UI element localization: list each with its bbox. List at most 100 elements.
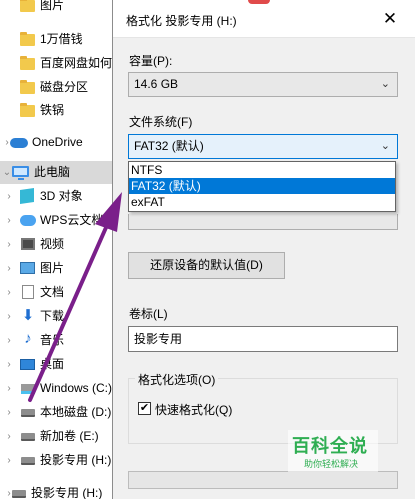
restore-defaults-button[interactable]: 还原设备的默认值(D) [128,252,285,279]
dialog-title: 格式化 投影专用 (H:) [126,14,237,28]
filesystem-option-exfat[interactable]: exFAT [129,194,395,210]
chevron-right-icon[interactable]: › [4,312,14,322]
capacity-dropdown[interactable]: 14.6 GB ⌄ [128,72,398,97]
volume-label-label: 卷标(L) [129,307,168,321]
drive-icon [21,433,35,441]
nav-item-label: 视频 [40,237,65,251]
nav-item-label: 桌面 [40,357,65,371]
chevron-right-icon[interactable]: › [4,264,14,274]
pictures-icon [20,262,35,274]
nav-item-label: 图片 [40,0,65,12]
nav-item-label: 3D 对象 [40,189,83,203]
chevron-down-icon: ⌄ [380,140,390,152]
dialog-titlebar[interactable]: 格式化 投影专用 (H:) ✕ [113,0,415,38]
nav-item-pictures[interactable]: › 图片 [0,257,120,280]
chevron-right-icon[interactable]: › [4,216,14,226]
chevron-right-icon[interactable]: › [4,336,14,346]
nav-item-label: 音乐 [40,333,65,347]
chevron-right-icon[interactable]: › [4,456,14,466]
nav-item-drive-c[interactable]: › Windows (C:) [0,377,120,400]
chevron-right-icon[interactable]: › [4,432,14,442]
filesystem-options-list: NTFS FAT32 (默认) exFAT [128,161,396,212]
format-dialog: 格式化 投影专用 (H:) ✕ 容量(P): 14.6 GB ⌄ 文件系统(F)… [112,0,415,499]
nav-item-label: 投影专用 (H:) [40,453,112,467]
close-icon[interactable]: ✕ [378,7,402,31]
chevron-right-icon[interactable]: › [4,384,14,394]
music-note-icon: ♪ [24,330,32,347]
folder-icon [20,0,35,12]
chevron-right-icon[interactable]: › [4,360,14,370]
nav-item-label: 投影专用 (H:) [31,486,103,499]
onedrive-cloud-icon [10,138,28,148]
chevron-down-icon[interactable]: ⌄ [2,168,12,178]
folder-icon [20,56,35,70]
nav-item-wok[interactable]: 铁锅 [0,99,120,122]
documents-icon [22,285,34,299]
nav-item-disk-partition[interactable]: 磁盘分区 [0,76,120,99]
nav-item-drive-h[interactable]: › 投影专用 (H:) [0,449,120,472]
quick-format-label[interactable]: 快速格式化(Q) [155,401,232,418]
filesystem-label: 文件系统(F) [129,115,193,129]
filesystem-dropdown[interactable]: FAT32 (默认) ⌄ [128,134,398,159]
nav-item-downloads[interactable]: › ⬇ 下载 [0,305,120,328]
folder-icon [20,80,35,94]
nav-item-drive-h-duplicate[interactable]: › 投影专用 (H:) [0,482,120,499]
chevron-right-icon[interactable]: › [4,408,14,418]
allocation-unit-dropdown[interactable] [128,214,398,230]
nav-item-onedrive[interactable]: › OneDrive [0,131,120,154]
filesystem-option-ntfs[interactable]: NTFS [129,162,395,178]
nav-item-desktop[interactable]: › 桌面 [0,353,120,376]
this-pc-icon [12,166,29,180]
wps-cloud-icon [20,215,36,226]
nav-item-drive-e[interactable]: › 新加卷 (E:) [0,425,120,448]
watermark-main: 百科全说 [292,436,368,456]
folder-icon [20,103,35,117]
nav-item-this-pc[interactable]: ⌄ 此电脑 [0,161,120,184]
capacity-label: 容量(P): [129,54,173,68]
chevron-down-icon: ⌄ [380,78,390,90]
nav-item-label: Windows (C:) [40,381,113,395]
video-icon [21,238,35,250]
nav-item-label: 文档 [40,285,65,299]
explorer-navigation-pane: 图片 1万借钱 百度网盘如何 磁盘分区 铁锅 › OneDrive ⌄ 此电脑 … [0,0,120,499]
nav-item-baidu-netdisk[interactable]: 百度网盘如何 [0,52,120,75]
format-options-title: 格式化选项(O) [135,371,219,388]
nav-item-label: 百度网盘如何 [40,56,113,70]
windows-drive-icon [21,384,35,394]
nav-item-label: 1万借钱 [40,32,83,46]
dialog-edge [404,40,415,499]
chevron-right-icon[interactable]: › [4,288,14,298]
background-red-fragment [248,0,270,4]
chevron-right-icon[interactable]: › [4,192,14,202]
nav-item-documents[interactable]: › 文档 [0,281,120,304]
nav-item-label: 磁盘分区 [40,80,89,94]
nav-item-loan[interactable]: 1万借钱 [0,28,120,51]
drive-icon [21,409,35,417]
nav-item-pictures-quick[interactable]: 图片 [0,0,120,17]
watermark: 百科全说 助你轻松解决 [288,430,378,472]
folder-icon [20,32,35,46]
nav-item-drive-d[interactable]: › 本地磁盘 (D:) [0,401,120,424]
nav-item-label: 此电脑 [34,165,71,179]
nav-item-label: 图片 [40,261,65,275]
chevron-right-icon[interactable]: › [4,240,14,250]
filesystem-option-fat32[interactable]: FAT32 (默认) [129,178,395,194]
nav-item-videos[interactable]: › 视频 [0,233,120,256]
capacity-value: 14.6 GB [134,77,179,91]
nav-item-3d-objects[interactable]: › 3D 对象 [0,185,120,208]
nav-item-label: WPS云文档 [40,213,104,227]
nav-item-music[interactable]: › ♪ 音乐 [0,329,120,352]
3d-objects-icon [20,188,34,204]
nav-item-label: OneDrive [32,135,83,149]
volume-label-input[interactable]: 投影专用 [128,326,398,352]
drive-icon [12,490,26,498]
filesystem-value: FAT32 (默认) [134,139,204,153]
drive-icon [21,457,35,465]
nav-item-label: 下载 [40,309,65,323]
nav-item-label: 新加卷 (E:) [40,429,99,443]
nav-item-label: 本地磁盘 (D:) [40,405,112,419]
nav-item-label: 铁锅 [40,103,65,117]
nav-item-wps-cloud[interactable]: › WPS云文档 [0,209,120,232]
quick-format-checkbox[interactable]: ✔ [138,402,151,415]
watermark-sub: 助你轻松解决 [304,459,359,469]
